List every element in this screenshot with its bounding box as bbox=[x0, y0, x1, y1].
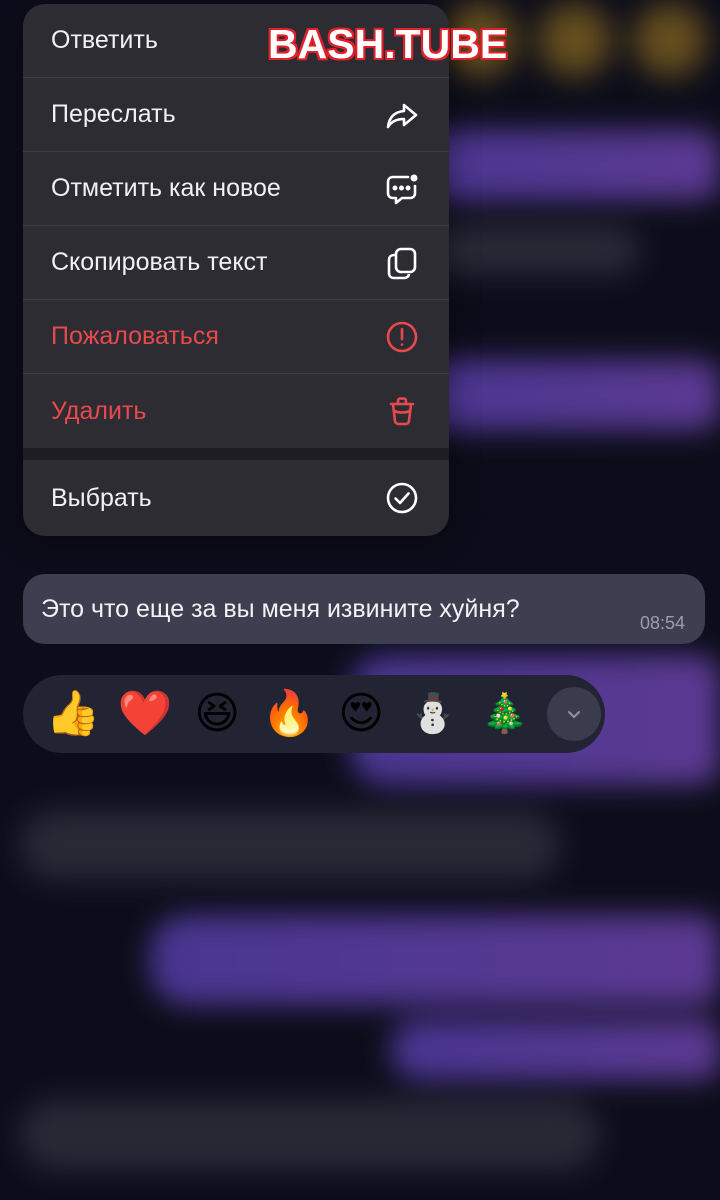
menu-item-label: Удалить bbox=[51, 396, 147, 425]
reaction-heart-eyes[interactable]: 😍 bbox=[325, 678, 397, 750]
checkmark-circle-icon bbox=[383, 479, 421, 517]
reaction-fire[interactable]: 🔥 bbox=[253, 678, 325, 750]
chevron-down-icon bbox=[567, 710, 581, 719]
copy-icon bbox=[383, 244, 421, 282]
mark-unread-icon bbox=[383, 170, 421, 208]
bash-tube-watermark: BASH.TUBE bbox=[268, 21, 508, 67]
menu-item-delete[interactable]: Удалить bbox=[23, 374, 449, 448]
report-icon bbox=[383, 318, 421, 356]
reaction-laughing[interactable]: 😆 bbox=[181, 678, 253, 750]
menu-item-mark-unread[interactable]: Отметить как новое bbox=[23, 152, 449, 226]
reactions-bar: 👍 ❤️ 😆 🔥 😍 ⛄ 🎄 bbox=[23, 675, 605, 753]
message-text: Это что еще за вы меня извините хуйня? bbox=[41, 594, 520, 623]
menu-item-select[interactable]: Выбрать bbox=[23, 460, 449, 536]
reaction-thumbs-up[interactable]: 👍 bbox=[37, 678, 109, 750]
menu-item-label: Пожаловаться bbox=[51, 322, 219, 350]
reaction-snowman[interactable]: ⛄ bbox=[397, 678, 469, 750]
menu-item-label: Ответить bbox=[51, 26, 158, 54]
context-menu: Ответить Переслать Отметить как новое Ск… bbox=[23, 4, 449, 536]
menu-item-report[interactable]: Пожаловаться bbox=[23, 300, 449, 374]
message-timestamp: 08:54 bbox=[639, 613, 685, 633]
menu-separator bbox=[23, 448, 449, 460]
reaction-heart[interactable]: ❤️ bbox=[109, 678, 181, 750]
forward-icon bbox=[383, 96, 421, 134]
trash-icon bbox=[383, 392, 421, 430]
expand-reactions-button[interactable] bbox=[547, 687, 601, 741]
menu-item-forward[interactable]: Переслать bbox=[23, 78, 449, 152]
message-bubble[interactable]: Это что еще за вы меня извините хуйня? 0… bbox=[23, 574, 705, 644]
menu-item-copy-text[interactable]: Скопировать текст bbox=[23, 226, 449, 300]
menu-item-label: Переслать bbox=[51, 100, 176, 128]
menu-item-label: Отметить как новое bbox=[51, 174, 281, 202]
reaction-christmas-tree[interactable]: 🎄 bbox=[469, 678, 541, 750]
menu-item-label: Выбрать bbox=[51, 483, 152, 512]
menu-item-label: Скопировать текст bbox=[51, 248, 268, 276]
